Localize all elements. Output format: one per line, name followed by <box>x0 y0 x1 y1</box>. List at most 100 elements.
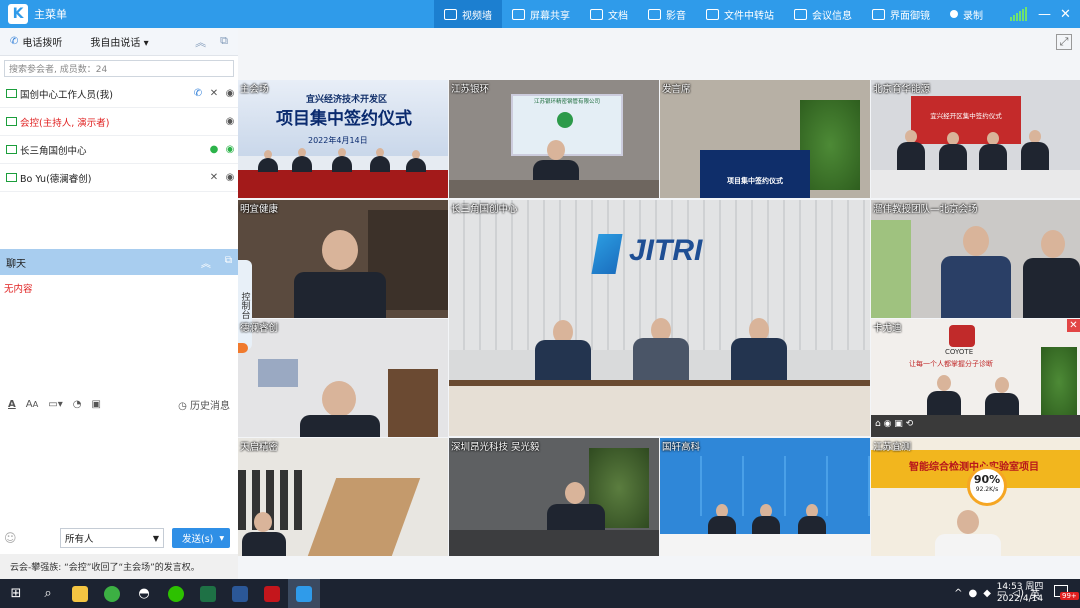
tab-meeting-info[interactable]: 会议信息 <box>784 0 862 28</box>
tile-label: 江苏银环 <box>451 84 490 95</box>
system-clock[interactable]: 14:53 周四 2022/4/14 <box>994 581 1046 605</box>
video-tile[interactable]: 发言席 项目集中签约仪式 <box>660 80 870 198</box>
layout-icon <box>872 8 885 20</box>
list-item[interactable]: 长三角国创中心 ● ◉ <box>0 136 238 164</box>
fullscreen-icon[interactable]: ⤢ <box>1056 34 1072 50</box>
title-bar: K 主菜单 视频墙 屏幕共享 文档 影音 文件中转站 会议信息 界面御镜 录制 … <box>0 0 1080 28</box>
progress-percent: 90% <box>973 473 1001 486</box>
video-tile[interactable]: 天启精密 <box>238 438 448 556</box>
camera-controls[interactable]: ⌂ ◉ ▣ ⟲ <box>875 419 913 429</box>
chat-send-row: ☺ 所有人 ▼ 发送(s) ▾ <box>0 526 238 550</box>
file-icon[interactable]: ▣ <box>92 399 101 410</box>
mic-active-icon[interactable]: ● <box>206 144 222 155</box>
minimize-button[interactable]: — <box>1038 0 1051 28</box>
tab-file-transfer[interactable]: 文件中转站 <box>696 0 784 28</box>
popout-icon[interactable]: ⧉ <box>225 255 232 270</box>
close-icon[interactable]: ✕ <box>1067 319 1080 332</box>
phone-invite-button[interactable]: 电话拨听 <box>22 34 62 49</box>
video-tile[interactable]: 国轩高科 <box>660 438 870 556</box>
chevron-down-icon: ▼ <box>152 533 159 543</box>
tab-label: 界面御镜 <box>890 10 930 22</box>
pdf-icon[interactable] <box>256 579 288 608</box>
app-tray-icon[interactable]: ◆ <box>983 588 991 599</box>
video-tile[interactable]: 德澜睿创 <box>238 319 448 437</box>
mic-icon[interactable]: ● <box>969 588 978 599</box>
control-panel-tab[interactable]: 控制台 <box>238 260 252 350</box>
chat-empty-text: 无内容 <box>4 284 33 295</box>
tile-label: 江苏宜测 <box>873 442 912 453</box>
list-item[interactable]: 国创中心工作人员(我) ✆ ✕ ◉ <box>0 80 238 108</box>
chat-header: 聊天 ︽ ⧉ <box>0 249 238 275</box>
participant-icon <box>6 89 17 98</box>
media-icon <box>648 8 661 20</box>
participant-search-input[interactable]: 搜索参会者, 成员数：24 <box>4 60 234 77</box>
video-tile[interactable]: 主会场 宜兴经济技术开发区 项目集中签约仪式 2022年4月14日 <box>238 80 448 198</box>
tab-media[interactable]: 影音 <box>638 0 696 28</box>
video-tile[interactable]: 深圳昂光科技 吴光毅 <box>449 438 659 556</box>
screen-backdrop <box>911 96 1021 144</box>
wall-painting <box>258 359 298 387</box>
phone-icon: ✆ <box>10 36 19 47</box>
video-tile[interactable]: 江苏银环 江苏银环精密钢管有限公司 <box>449 80 659 198</box>
wechat-icon[interactable] <box>160 579 192 608</box>
close-button[interactable]: ✕ <box>1060 0 1071 28</box>
excel-icon[interactable] <box>192 579 224 608</box>
video-tile-main[interactable]: 长三角国创中心 JITRI <box>449 200 870 436</box>
search-icon[interactable]: ⌕ <box>32 579 64 608</box>
windows-start-icon[interactable]: ⊞ <box>0 579 32 608</box>
video-wall-icon <box>444 8 457 20</box>
tab-video-wall[interactable]: 视频墙 <box>434 0 502 28</box>
folder-icon <box>706 8 719 20</box>
camera-icon[interactable]: ◉ <box>222 88 238 99</box>
video-tile[interactable]: 江苏宜测 智能综合检测中心实验室项目 90% 92.2K/s <box>871 438 1080 556</box>
tab-label: 录制 <box>963 10 983 22</box>
qq-icon[interactable]: ◓ <box>128 579 160 608</box>
camera-icon[interactable]: ◉ <box>222 172 238 183</box>
video-tile[interactable]: 溜伟教授团队—北京会场 <box>871 200 1080 318</box>
send-button[interactable]: 发送(s) ▾ <box>172 528 230 548</box>
history-label: 历史消息 <box>190 400 230 412</box>
camera-icon[interactable]: ◉ <box>222 116 238 127</box>
collapse-icon[interactable]: ︽ <box>195 34 206 50</box>
popout-icon[interactable]: ⧉ <box>220 34 228 50</box>
chevron-up-icon[interactable]: ^ <box>954 588 962 599</box>
file-explorer-icon[interactable] <box>64 579 96 608</box>
image-icon[interactable]: ◔ <box>73 399 82 410</box>
font-color-icon[interactable]: A <box>8 399 16 410</box>
video-tile[interactable]: 卡尤迪 ✕ COYOTE 让每一个人都掌握分子诊断 ⌂ ◉ ▣ ⟲ <box>871 319 1080 437</box>
screenshot-icon[interactable]: ▭▾ <box>48 399 62 410</box>
notification-badge: 99+ <box>1060 592 1079 600</box>
chairs <box>238 470 308 530</box>
tab-document[interactable]: 文档 <box>580 0 638 28</box>
signal-strength-icon <box>1010 7 1027 21</box>
tab-screen-share[interactable]: 屏幕共享 <box>502 0 580 28</box>
mic-muted-icon[interactable]: ✕ <box>206 88 222 99</box>
app-logo-icon[interactable]: K <box>8 4 28 24</box>
tile-label: 主会场 <box>240 84 269 95</box>
mic-muted-icon[interactable]: ✕ <box>206 172 222 183</box>
list-item[interactable]: 会控(主持人, 演示者) ◉ <box>0 108 238 136</box>
phone-icon[interactable]: ✆ <box>190 88 206 99</box>
participant-icon <box>6 173 17 182</box>
font-size-icon[interactable]: AA <box>26 399 39 410</box>
camera-active-icon[interactable]: ◉ <box>222 144 238 155</box>
recipient-select[interactable]: 所有人 ▼ <box>60 528 164 548</box>
meeting-app-icon[interactable] <box>288 579 320 608</box>
browser-icon[interactable] <box>96 579 128 608</box>
history-button[interactable]: ◷ 历史消息 <box>178 397 230 412</box>
word-icon[interactable] <box>224 579 256 608</box>
video-tile[interactable]: 北京育华能源 宜兴经开区集中签约仪式 <box>871 80 1080 198</box>
collapse-icon[interactable]: ︽ <box>201 255 211 270</box>
free-speech-dropdown[interactable]: 我自由说话 ▾ <box>90 34 148 49</box>
tab-label: 视频墙 <box>462 10 492 22</box>
tab-layout[interactable]: 界面御镜 <box>862 0 940 28</box>
video-tile[interactable]: 明宜健康 <box>238 200 448 318</box>
tile-label: 明宜健康 <box>240 204 279 215</box>
clock-date: 2022/4/14 <box>996 594 1044 604</box>
tile-label: 国轩高科 <box>662 442 701 453</box>
main-menu-label[interactable]: 主菜单 <box>34 6 67 22</box>
emoji-icon[interactable]: ☺ <box>4 531 17 545</box>
list-item[interactable]: Bo Yu(德澜睿创) ✕ ◉ <box>0 164 238 192</box>
backdrop-title: 项目集中签约仪式 <box>276 109 412 129</box>
tab-record[interactable]: 录制 <box>940 0 993 28</box>
